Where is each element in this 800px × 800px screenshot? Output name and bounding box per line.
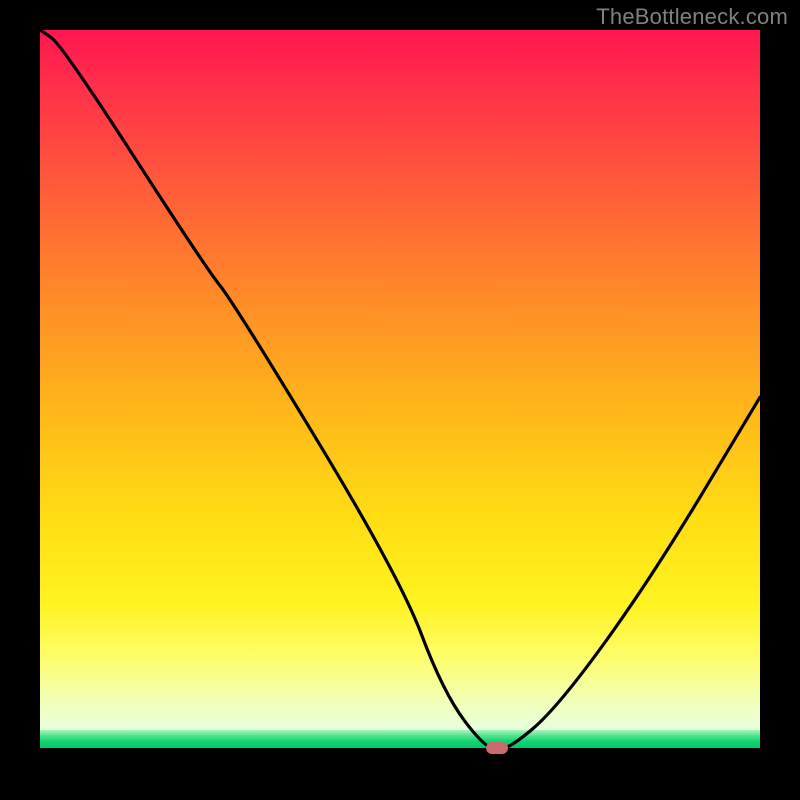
watermark-text: TheBottleneck.com	[596, 4, 788, 30]
plot-area	[40, 30, 760, 750]
chart-container: TheBottleneck.com	[0, 0, 800, 800]
optimal-point-marker	[486, 742, 508, 754]
bottleneck-curve	[40, 30, 760, 750]
